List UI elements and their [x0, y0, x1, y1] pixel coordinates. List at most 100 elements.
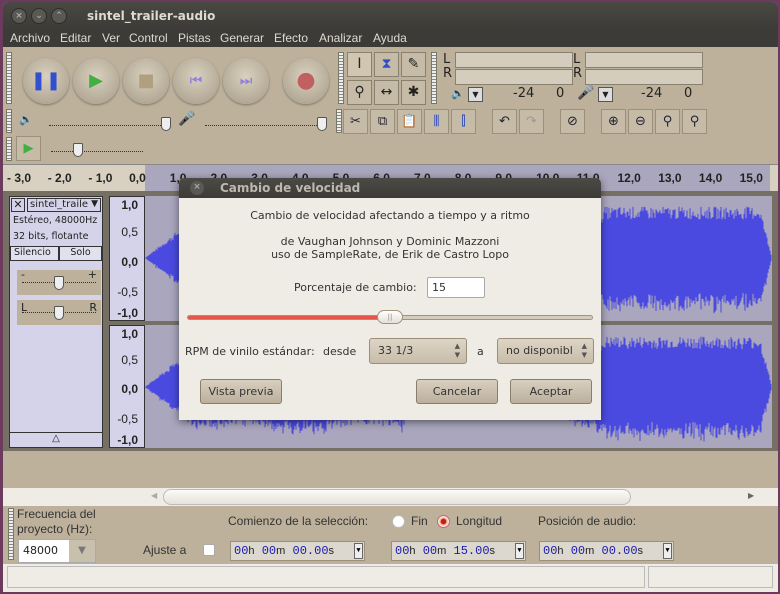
meter-r-label: R: [443, 66, 453, 81]
toolbar-grip[interactable]: [6, 137, 12, 161]
paste-icon[interactable]: 📋: [397, 109, 422, 134]
scroll-left-icon[interactable]: ◀: [151, 491, 157, 500]
gain-slider[interactable]: - +: [17, 268, 101, 295]
menu-generar[interactable]: Generar: [220, 31, 264, 45]
horizontal-scrollbar[interactable]: ◀ ▶: [3, 488, 778, 506]
track-name-menu[interactable]: sintel_traile ▼: [27, 198, 101, 212]
playback-volume-slider[interactable]: [49, 125, 171, 126]
toolbar-grip[interactable]: [8, 508, 14, 560]
fit-project-icon[interactable]: ⚲: [682, 109, 707, 134]
chevron-down-icon[interactable]: ▼: [515, 543, 524, 559]
selection-tool-icon[interactable]: I: [347, 52, 372, 77]
chevron-down-icon[interactable]: ▼: [69, 540, 95, 562]
trim-icon[interactable]: ⫼: [424, 109, 449, 134]
record-volume-thumb[interactable]: [317, 117, 327, 131]
play-button[interactable]: ▶: [73, 58, 119, 104]
gain-thumb[interactable]: [54, 276, 64, 290]
rpm-to-select[interactable]: no disponibl ▲ ▼: [497, 338, 594, 364]
zoom-out-icon[interactable]: ⊖: [628, 109, 653, 134]
length-radio-label: Longitud: [456, 514, 503, 528]
speaker-icon: 🔈: [19, 113, 33, 126]
multi-tool-icon[interactable]: ✱: [401, 80, 426, 105]
preview-button[interactable]: Vista previa: [200, 379, 282, 404]
cut-icon[interactable]: ✂: [343, 109, 368, 134]
play-at-speed-button[interactable]: ▶: [16, 136, 41, 161]
selection-start-time[interactable]: 00h 00m 00.00s ▼: [230, 541, 365, 561]
menu-ayuda[interactable]: Ayuda: [373, 31, 407, 45]
minimize-window-button[interactable]: ⌄: [31, 8, 47, 24]
chevron-down-icon[interactable]: ▼: [663, 543, 672, 559]
record-meter-left: [585, 52, 703, 68]
toolbar-grip[interactable]: [6, 52, 12, 104]
playback-meter-dropdown[interactable]: ▼: [468, 87, 483, 102]
length-radio[interactable]: [437, 515, 450, 528]
play-speed-slider[interactable]: [51, 151, 143, 152]
draw-tool-icon[interactable]: ✎: [401, 52, 426, 77]
solo-button[interactable]: Solo: [59, 246, 102, 261]
toolbar-grip[interactable]: [431, 52, 437, 104]
close-window-button[interactable]: ×: [11, 8, 27, 24]
redo-icon[interactable]: ↷: [519, 109, 544, 134]
project-rate-label-2: proyecto (Hz):: [17, 522, 93, 536]
snap-to-checkbox[interactable]: [203, 544, 215, 556]
stop-button[interactable]: ■: [123, 58, 169, 104]
skip-start-button[interactable]: ⏮: [173, 58, 219, 104]
mute-button[interactable]: Silencio: [10, 246, 59, 261]
project-rate-value: 48000: [23, 544, 58, 557]
toolbar-grip[interactable]: [338, 52, 344, 104]
menu-pistas[interactable]: Pistas: [178, 31, 211, 45]
record-button[interactable]: ●: [283, 58, 329, 104]
menu-archivo[interactable]: Archivo: [10, 31, 50, 45]
dialog-title: Cambio de velocidad: [220, 181, 361, 195]
pan-slider[interactable]: L R: [17, 300, 101, 325]
playback-meter-left: [455, 52, 573, 68]
menu-efecto[interactable]: Efecto: [274, 31, 308, 45]
pan-thumb[interactable]: [54, 306, 64, 320]
menu-bar: Archivo Editar Ver Control Pistas Genera…: [3, 30, 778, 47]
toolbar-grip[interactable]: [336, 109, 342, 133]
pause-button[interactable]: ❚❚: [23, 58, 69, 104]
zoom-in-icon[interactable]: ⊕: [601, 109, 626, 134]
selection-start-label: Comienzo de la selección:: [228, 514, 369, 528]
ok-button[interactable]: Aceptar: [510, 379, 592, 404]
silence-icon[interactable]: ⫿: [451, 109, 476, 134]
slider-thumb[interactable]: ||: [377, 310, 403, 324]
undo-icon[interactable]: ↶: [492, 109, 517, 134]
fit-selection-icon[interactable]: ⚲: [655, 109, 680, 134]
gain-plus-label: +: [87, 268, 97, 281]
ruler-tick-label: 0,0: [129, 171, 146, 185]
playback-volume-thumb[interactable]: [161, 117, 171, 131]
cancel-button[interactable]: Cancelar: [416, 379, 498, 404]
scroll-right-icon[interactable]: ▶: [748, 491, 754, 500]
zoom-tool-icon[interactable]: ⚲: [347, 80, 372, 105]
end-radio[interactable]: [392, 515, 405, 528]
maximize-window-button[interactable]: ⌃: [51, 8, 67, 24]
timeshift-tool-icon[interactable]: ↔: [374, 80, 399, 105]
collapse-track-button[interactable]: △: [10, 432, 102, 447]
toolbars: ❚❚ ▶ ■ ⏮ ⏭ ● I ⧗ ✎ ⚲ ↔ ✱ L R L R 🔈 ▼ -24…: [3, 47, 778, 164]
sync-lock-icon[interactable]: ⊘: [560, 109, 585, 134]
scrollbar-thumb[interactable]: [163, 489, 631, 505]
copy-icon[interactable]: ⧉: [370, 109, 395, 134]
record-volume-slider[interactable]: [205, 125, 327, 126]
meter-scale-label: 0: [556, 86, 565, 101]
play-speed-thumb[interactable]: [73, 143, 83, 157]
track-close-button[interactable]: ✕: [11, 198, 25, 212]
toolbar-grip[interactable]: [6, 109, 12, 133]
percent-change-input[interactable]: 15: [427, 277, 485, 298]
chevron-down-icon[interactable]: ▼: [354, 543, 363, 559]
status-field-2: [648, 566, 773, 588]
dialog-title-bar: × Cambio de velocidad: [179, 178, 601, 198]
menu-editar[interactable]: Editar: [60, 31, 91, 45]
skip-end-button[interactable]: ⏭: [223, 58, 269, 104]
menu-analizar[interactable]: Analizar: [319, 31, 362, 45]
envelope-tool-icon[interactable]: ⧗: [374, 52, 399, 77]
menu-ver[interactable]: Ver: [102, 31, 120, 45]
record-meter-dropdown[interactable]: ▼: [598, 87, 613, 102]
menu-control[interactable]: Control: [129, 31, 168, 45]
project-rate-combo[interactable]: 48000 ▼: [18, 539, 96, 563]
audio-position-time[interactable]: 00h 00m 00.00s ▼: [539, 541, 674, 561]
dialog-close-button[interactable]: ×: [190, 181, 204, 195]
rpm-from-select[interactable]: 33 1/3 ▲ ▼: [369, 338, 467, 364]
selection-length-time[interactable]: 00h 00m 15.00s ▼: [391, 541, 526, 561]
